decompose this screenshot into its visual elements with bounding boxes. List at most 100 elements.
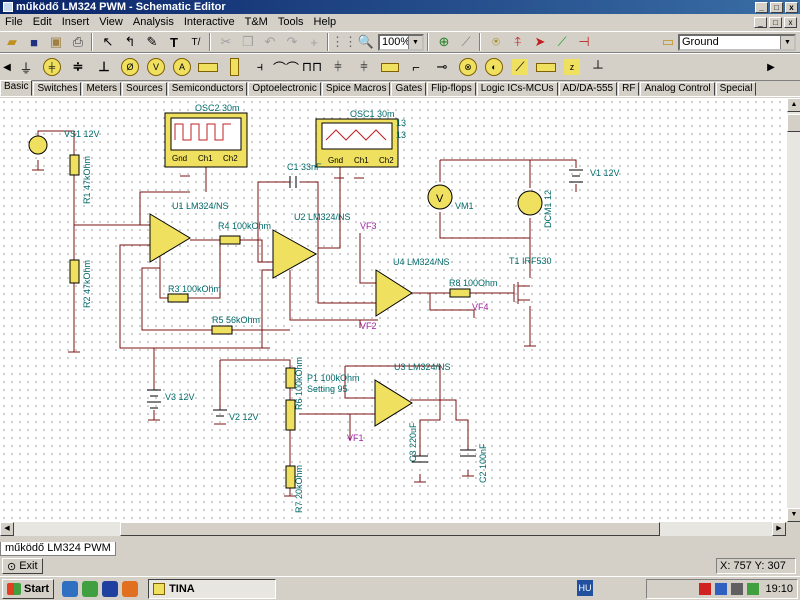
schematic[interactable]: V OSC2 30m OSC1 30m Gnd Ch1 Ch2 Gnd Ch1 … [0,98,786,522]
open-file-icon[interactable]: ▣ [46,32,66,52]
resistor-vertical-icon[interactable] [222,55,246,79]
vs1-symbol[interactable] [28,135,48,155]
close-icon[interactable]: ⊣ [574,32,594,52]
mdi-close-button[interactable]: x [784,16,797,28]
tab-special[interactable]: Special [715,82,757,96]
tray-icon[interactable] [747,583,760,595]
start-button[interactable]: Start [2,578,55,599]
probe-icon[interactable]: ⊕ [434,32,454,52]
tab-semiconductors[interactable]: Semiconductors [167,82,248,96]
menu-help[interactable]: Help [309,16,342,28]
schematic-canvas[interactable]: V OSC2 30m OSC1 30m Gnd Ch1 Ch2 Gnd Ch1 … [0,98,786,522]
maximize-button[interactable]: □ [770,1,783,13]
tab-optoelectronic[interactable]: Optoelectronic [248,82,321,96]
menu-view[interactable]: View [94,16,128,28]
tab-flip-flops[interactable]: Flip-flops [427,82,476,96]
cut-icon[interactable]: ✂ [216,32,236,52]
add-icon[interactable]: + [304,32,324,52]
capacitor2-icon[interactable]: ⫞ [248,55,272,79]
zoom-combo[interactable]: 100% ▼ [378,33,424,51]
scroll-right-icon[interactable]: ▶ [766,57,776,77]
tab-document[interactable]: működő LM324 PWM [0,542,116,556]
scroll-left-icon[interactable]: ◀ [2,57,12,77]
wire-icon[interactable]: ↰ [120,32,140,52]
voltage-source-icon[interactable]: ≑ [66,55,90,79]
ac-icon[interactable]: ➤ [530,32,550,52]
tab-logic-ics[interactable]: Logic ICs-MCUs [476,82,558,96]
menu-file[interactable]: File [0,16,28,28]
tab-analog-control[interactable]: Analog Control [640,82,715,96]
tr-icon[interactable]: ⍏ [508,32,528,52]
redo-icon[interactable]: ↷ [282,32,302,52]
scroll-up-icon[interactable]: ▲ [787,98,800,112]
exit-button[interactable]: ⊙ Exit [2,558,43,574]
scroll-thumb[interactable] [120,522,660,536]
voltmeter-icon[interactable]: V [144,55,168,79]
desktop-icon[interactable] [102,580,119,597]
media-icon[interactable] [82,580,99,597]
zoom-icon[interactable]: 🔍 [356,32,376,52]
grid-icon[interactable]: ⋮⋮ [331,32,357,52]
coil-icon[interactable]: ⊓⊓ [300,55,324,79]
label-icon[interactable]: T/ [186,32,206,52]
tab-gates[interactable]: Gates [391,82,427,96]
tray-icon[interactable] [731,583,744,595]
menu-insert[interactable]: Insert [57,16,95,28]
capacitor-icon[interactable]: ⊥ [92,55,116,79]
ground-icon[interactable]: ⏚ [14,55,38,79]
fourier-icon[interactable]: ⟋ [552,32,572,52]
relay-icon[interactable]: z [560,55,584,79]
transformer2-icon[interactable]: ⫩ [352,55,376,79]
battery-icon[interactable]: ╪ [40,55,64,79]
close-button[interactable]: x [785,1,798,13]
pointer-icon[interactable]: ↖ [98,32,118,52]
ie-icon[interactable] [62,580,79,597]
meter-icon[interactable]: ◐ [482,55,506,79]
tab-ad-da[interactable]: AD/DA-555 [558,82,618,96]
text-icon[interactable]: T [164,32,184,52]
chevron-down-icon[interactable]: ▼ [408,35,422,49]
tab-sources[interactable]: Sources [122,82,167,96]
open-icon[interactable]: ▰ [2,32,22,52]
pencil-icon[interactable]: ✎ [142,32,162,52]
taskbar-app-tina[interactable]: TINA [148,578,277,599]
dc-icon[interactable]: ⍟ [486,32,506,52]
transistor-icon[interactable]: ⟋ [508,55,532,79]
print-icon[interactable]: ⎙ [68,32,88,52]
scroll-left-icon[interactable]: ◀ [0,522,14,536]
component-picker-icon[interactable]: ▭ [658,32,678,52]
vertical-scrollbar[interactable]: ▲ ▼ [786,98,800,522]
chevron-down-icon[interactable]: ▼ [780,35,794,49]
scroll-right-icon[interactable]: ▶ [772,522,786,536]
menu-interactive[interactable]: Interactive [179,16,240,28]
inductor-icon[interactable]: ⌒⌒ [273,55,299,79]
fuse-icon[interactable] [534,55,558,79]
t1-symbol[interactable] [513,282,530,304]
menu-tools[interactable]: Tools [273,16,309,28]
menu-analysis[interactable]: Analysis [128,16,179,28]
tab-rf[interactable]: RF [618,82,640,96]
transformer-icon[interactable]: ⫩ [326,55,350,79]
scroll-thumb[interactable] [787,114,800,132]
diode-icon[interactable]: ⊸ [430,55,454,79]
tab-basic[interactable]: Basic [0,80,33,96]
component-combo[interactable]: Ground ▼ [678,33,796,51]
save-icon[interactable]: ■ [24,32,44,52]
dcm1-symbol[interactable] [517,190,543,216]
crystal-icon[interactable] [378,55,402,79]
generator-icon[interactable]: A [170,55,194,79]
mdi-maximize-button[interactable]: □ [769,16,782,28]
scroll-down-icon[interactable]: ▼ [787,508,800,522]
switch-icon[interactable]: ⌐ [404,55,428,79]
antenna-icon[interactable]: ┴ [586,55,610,79]
tray-icon[interactable] [699,583,712,595]
ammeter-icon[interactable]: Ø [118,55,142,79]
menu-tm[interactable]: T&M [240,16,273,28]
menu-edit[interactable]: Edit [28,16,57,28]
run-icon[interactable]: ⟋ [456,32,476,52]
tab-meters[interactable]: Meters [82,82,122,96]
horizontal-scrollbar[interactable]: ◀ ▶ [0,522,786,536]
undo-icon[interactable]: ↶ [260,32,280,52]
firefox-icon[interactable] [122,580,139,597]
copy-icon[interactable]: ❐ [238,32,258,52]
